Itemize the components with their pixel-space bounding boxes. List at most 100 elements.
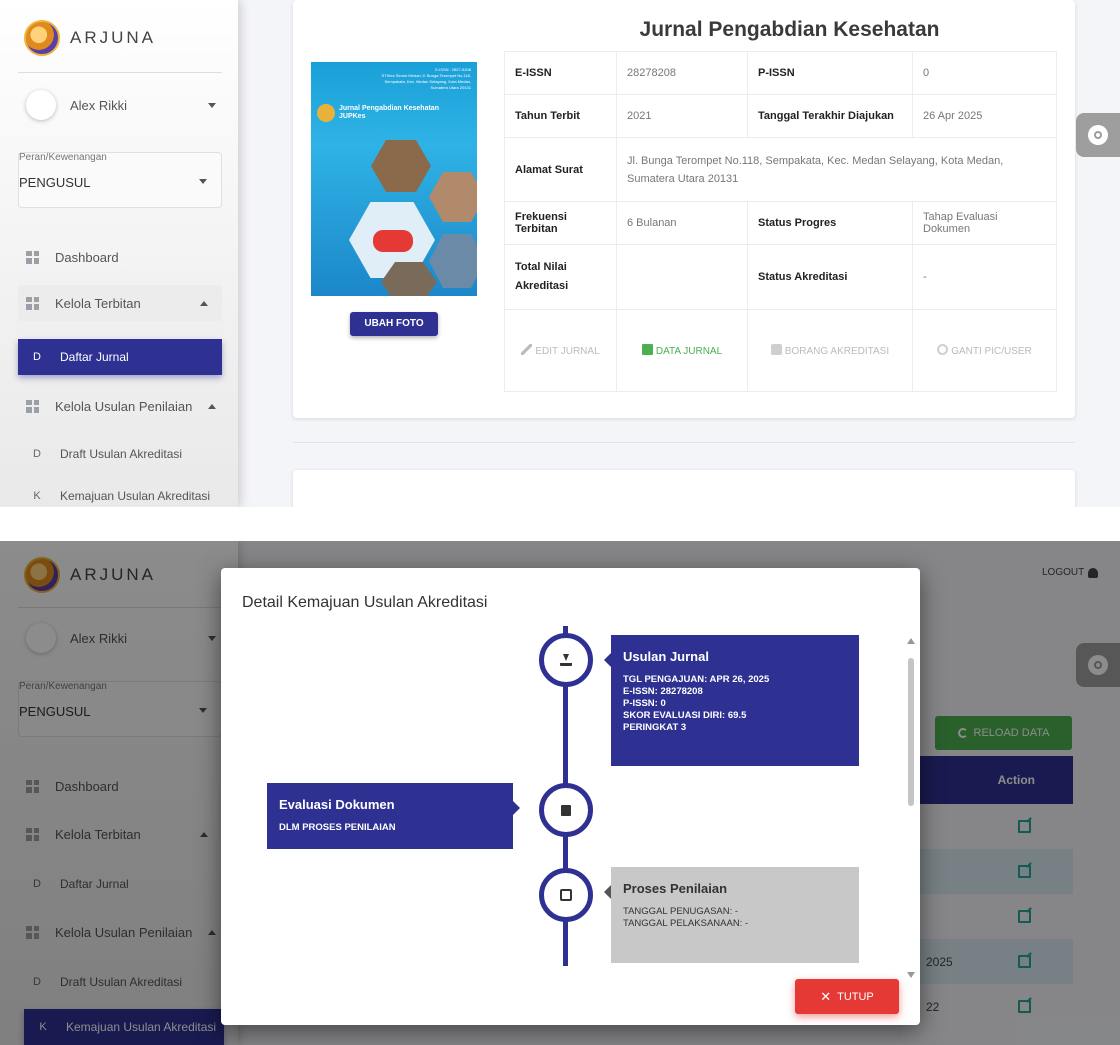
cover-photo-hex: [371, 140, 431, 192]
borang-label: BORANG AKREDITASI: [784, 345, 890, 357]
edit-journal-button[interactable]: EDIT JURNAL: [504, 309, 617, 392]
sidebar-item-label: Daftar Jurnal: [60, 350, 129, 364]
pissn-label: P-ISSN: [747, 51, 913, 95]
checkbox-icon: [770, 343, 782, 355]
timeline-text: SKOR EVALUASI DIRI: 69.5: [623, 710, 747, 721]
journal-actions-row: EDIT JURNAL DATA JURNAL BORANG AKREDITAS…: [504, 309, 1057, 392]
user-name: Alex Rikki: [70, 97, 128, 113]
settings-tab[interactable]: [1076, 113, 1120, 157]
nilai-value: [616, 244, 748, 310]
journal-title: Jurnal Pengabdian Kesehatan: [639, 18, 940, 41]
timeline-pointer: [513, 801, 520, 815]
status-label: Status Progres: [747, 201, 913, 245]
alamat-value: Jl. Bunga Terompet No.118, Sempakata, Ke…: [616, 137, 1057, 202]
sidebar-item-label: Draft Usulan Akreditasi: [60, 447, 183, 461]
brand-logo[interactable]: ARJUNA: [24, 20, 156, 56]
chevron-down-icon: [199, 179, 207, 184]
sidebar-item-dashboard[interactable]: Dashboard: [18, 239, 222, 275]
eissn-value: 28278208: [616, 51, 748, 95]
role-value: PENGUSUL: [19, 175, 91, 190]
scrollbar-thumb[interactable]: [908, 658, 914, 806]
modal-scrollbar[interactable]: [907, 638, 915, 978]
close-icon: ✕: [820, 989, 832, 1004]
heart-icon: [373, 230, 413, 252]
chevron-down-icon: [208, 102, 216, 108]
timeline-text: P-ISSN: 0: [623, 698, 666, 709]
scroll-up-icon[interactable]: [907, 638, 915, 644]
progress-detail-modal: Detail Kemajuan Usulan Akreditasi Usulan…: [221, 568, 920, 1025]
sidebar-item-kelola-usulan[interactable]: Kelola Usulan Penilaian: [18, 388, 222, 424]
change-photo-button[interactable]: UBAH FOTO: [350, 312, 438, 336]
sidebar-item-kemajuan-usulan[interactable]: K Kemajuan Usulan Akreditasi: [18, 478, 222, 507]
brand-name: ARJUNA: [70, 28, 157, 47]
timeline-card-proses: Proses Penilaian TANGGAL PENUGASAN: - TA…: [604, 867, 859, 963]
sidebar-item-label: Dashboard: [55, 249, 119, 265]
cover-title-text: Jurnal Pengabdian Kesehatan JUPKes: [339, 105, 439, 121]
dashboard-icon: [26, 250, 39, 264]
cover-photo-hex: [429, 234, 477, 288]
pencil-icon: [521, 343, 533, 355]
sidebar-item-letter: K: [33, 490, 41, 502]
timeline-node-proses: [539, 868, 593, 922]
sidebar-item-letter: D: [33, 448, 41, 460]
timeline-pointer: [604, 885, 611, 899]
sidebar-item-draft-usulan[interactable]: D Draft Usulan Akreditasi: [18, 436, 222, 472]
close-button[interactable]: ✕ TUTUP: [795, 979, 899, 1014]
tanggal-value: 26 Apr 2025: [912, 94, 1057, 138]
tahun-value: 2021: [616, 94, 748, 138]
journal-info-table: E-ISSN 28278208 P-ISSN 0 Tahun Terbit 20…: [504, 51, 1057, 392]
timeline-text: PERINGKAT 3: [623, 722, 687, 733]
chevron-up-icon: [208, 403, 217, 409]
status-value: Tahap Evaluasi Dokumen: [912, 201, 1057, 245]
sidebar-item-kelola-terbitan[interactable]: Kelola Terbitan: [18, 285, 222, 321]
dashboard-icon: [26, 399, 39, 413]
screenshot-bottom-progress-modal: ARJUNA Alex Rikki Peran/Kewenangan PENGU…: [0, 541, 1120, 1045]
eissn-label: E-ISSN: [504, 51, 617, 95]
table-row: Frekuensi Terbitan 6 Bulanan Status Prog…: [504, 201, 1057, 245]
timeline-text: TANGGAL PELAKSANAAN: -: [623, 918, 749, 929]
tanggal-label: Tanggal Terakhir Diajukan: [747, 94, 913, 138]
role-label: Peran/Kewenangan: [19, 152, 107, 163]
frekuensi-label: Frekuensi Terbitan: [504, 201, 617, 245]
document-icon: [561, 804, 571, 816]
chevron-up-icon: [200, 300, 208, 306]
journal-cover-image: E-ISSN : 2827-8208 STIKes Senior Medan J…: [311, 62, 477, 296]
table-row: E-ISSN 28278208 P-ISSN 0: [504, 51, 1057, 95]
cover-journal-name: Jurnal Pengabdian Kesehatan: [339, 105, 439, 112]
timeline-card-usulan: Usulan Jurnal TGL PENGAJUAN: APR 26, 202…: [604, 635, 859, 766]
role-select[interactable]: Peran/Kewenangan PENGUSUL: [18, 152, 222, 208]
user-menu[interactable]: Alex Rikki: [26, 90, 216, 120]
timeline-node-evaluasi: [539, 783, 593, 837]
timeline-text: E-ISSN: 28278208: [623, 686, 703, 697]
sidebar: ARJUNA Alex Rikki Peran/Kewenangan PENGU…: [0, 0, 238, 507]
sidebar-item-daftar-jurnal[interactable]: D Daftar Jurnal: [18, 339, 222, 375]
modal-title: Detail Kemajuan Usulan Akreditasi: [242, 594, 488, 611]
data-journal-button[interactable]: DATA JURNAL: [616, 309, 748, 392]
sidebar-divider: [18, 72, 222, 73]
timeline-heading: Usulan Jurnal: [623, 649, 709, 664]
screenshot-top-journal-detail: ARJUNA Alex Rikki Peran/Kewenangan PENGU…: [0, 0, 1120, 507]
timeline-text: DLM PROSES PENILAIAN: [279, 822, 396, 833]
data-journal-label: DATA JURNAL: [655, 345, 723, 357]
cover-seal-icon: [317, 104, 335, 122]
timeline-heading: Proses Penilaian: [623, 881, 728, 896]
cover-photo-hex: [429, 172, 477, 222]
download-icon: [560, 654, 572, 666]
change-pic-button[interactable]: GANTI PIC/USER: [912, 309, 1057, 392]
sidebar-item-letter: D: [33, 351, 41, 363]
avatar: [26, 90, 56, 120]
cover-abbrev: JUPKes: [339, 113, 366, 120]
status-akreditasi-value: -: [912, 244, 1057, 310]
alamat-label: Alamat Surat: [504, 137, 617, 202]
borang-button[interactable]: BORANG AKREDITASI: [747, 309, 913, 392]
gear-icon: [1088, 125, 1108, 145]
table-row: Tahun Terbit 2021 Tanggal Terakhir Diaju…: [504, 94, 1057, 138]
scroll-down-icon[interactable]: [907, 972, 915, 978]
document-icon: [641, 343, 653, 355]
secondary-card: [293, 470, 1075, 507]
cover-header-text: E-ISSN : 2827-8208 STIKes Senior Medan J…: [381, 67, 471, 91]
timeline-text: TANGGAL PENUGASAN: -: [623, 906, 739, 917]
swap-icon: [937, 343, 949, 355]
dashboard-icon: [26, 296, 39, 310]
sidebar-item-label: Kelola Terbitan: [55, 295, 141, 311]
